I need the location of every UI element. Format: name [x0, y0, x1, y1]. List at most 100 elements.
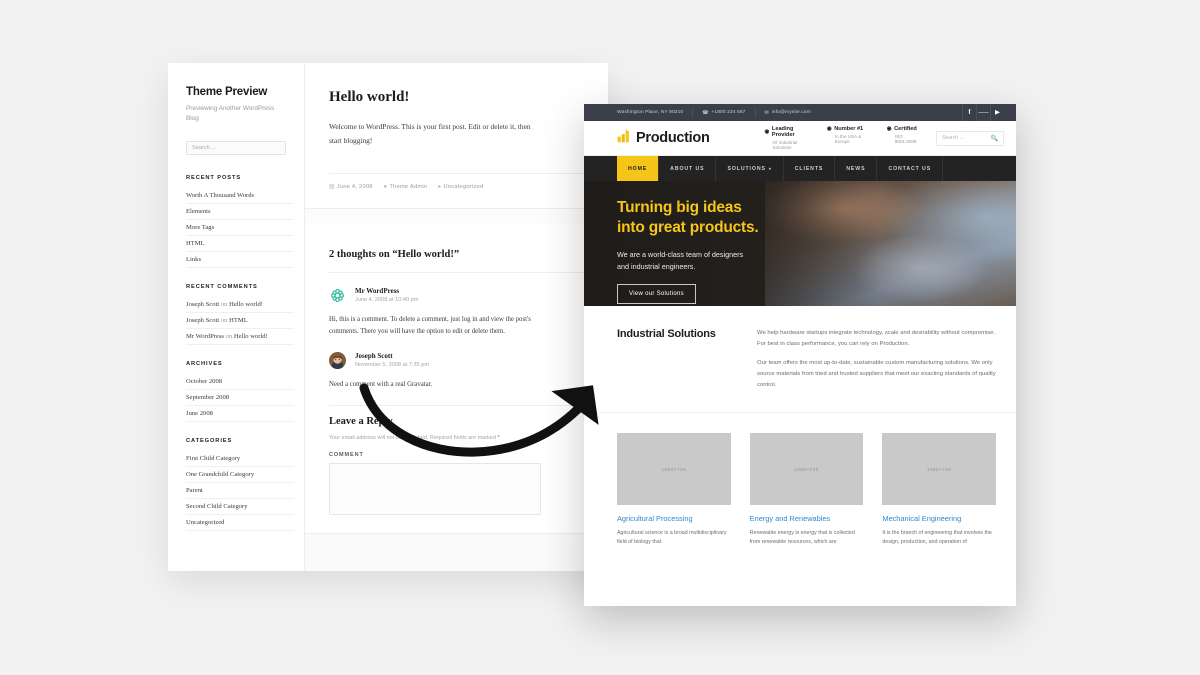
check-badge-icon: ◉ [764, 129, 770, 136]
list-item[interactable]: Joseph Scott on Hello world! [186, 297, 294, 313]
comment-author-name[interactable]: Joseph Scott [355, 352, 429, 360]
list-item[interactable]: First Child Category [186, 451, 294, 467]
facebook-icon[interactable]: 𝐟 [962, 104, 976, 121]
list-item[interactable]: June 2008 [186, 406, 294, 422]
list-item[interactable]: 1080×720 Agricultural Processing Agricul… [617, 433, 731, 548]
comment-target: HTML [229, 316, 248, 324]
topbar-address: Washington Place, NY 90210 [617, 110, 684, 115]
wp-widget-archives: ARCHIVES October 2008 September 2008 Jun… [186, 361, 304, 422]
calendar-icon: ▤ [329, 184, 335, 191]
site-brand[interactable]: Production [617, 128, 710, 148]
nav-item-contact-us[interactable]: CONTACT US [877, 156, 944, 181]
list-item: Joseph Scott November 5, 2008 at 7:35 pm [329, 352, 584, 370]
folder-icon: ▸ [438, 184, 442, 191]
card-text: Renewable energy is energy that is colle… [749, 530, 855, 546]
wp-post-author[interactable]: ● Theme Admin [384, 184, 428, 190]
wp-recent-posts-list: Worth A Thousand Words Elements More Tag… [186, 188, 304, 268]
chevron-down-icon: ▾ [768, 166, 772, 171]
header-feature: ◉ Number #1 In the USA & Europe [827, 126, 887, 150]
hero-banner: Turning big ideas into great products. W… [584, 181, 1016, 306]
header-feature-title: ◉ Leading Provider [764, 126, 795, 139]
list-item[interactable]: Parent [186, 483, 294, 499]
nav-item-about-us[interactable]: ABOUT US [659, 156, 717, 181]
wp-widget-title: RECENT COMMENTS [186, 283, 258, 290]
card-image-placeholder: 1080×720 [749, 433, 864, 506]
hero-headline: Turning big ideas into great products. [617, 199, 759, 237]
avatar [329, 352, 346, 370]
nav-item-news[interactable]: NEWS [835, 156, 878, 181]
wp-widget-title: ARCHIVES [186, 360, 223, 367]
site-topbar: Washington Place, NY 90210 ☎ +1800 234 5… [584, 104, 1016, 121]
header-feature-title: ◉ Certified [886, 126, 917, 133]
header-feature-subtitle: Of Industrial Solutions [772, 139, 798, 150]
list-item[interactable]: October 2008 [186, 374, 294, 390]
factory-icon [617, 128, 632, 148]
wp-recent-comments-list: Joseph Scott on Hello world! Joseph Scot… [186, 297, 304, 345]
list-item: Mr WordPress June 4, 2008 at 10:40 pm [329, 287, 584, 305]
list-item[interactable]: Second Child Category [186, 499, 294, 515]
card-title[interactable]: Energy and Renewables [750, 514, 864, 523]
comment-target: Hello world! [229, 300, 263, 308]
wp-site-description: Previewing Another WordPress Blog [186, 105, 275, 123]
twitter-icon[interactable]: ⸺ [976, 104, 990, 121]
comment-on: on [220, 300, 228, 308]
list-item[interactable]: One Grandchild Category [186, 467, 294, 483]
intro-paragraph: We help hardware startups integrate tech… [757, 330, 996, 347]
wp-reply-heading: Leave a Reply [329, 405, 584, 427]
list-item[interactable]: Elements [186, 204, 294, 220]
wp-main-content: Hello world! Welcome to WordPress. This … [305, 63, 608, 571]
header-feature: ◉ Leading Provider Of Industrial Solutio… [765, 126, 827, 150]
search-icon[interactable]: 🔍 [991, 135, 998, 142]
topbar-email[interactable]: ✉ info@mysite.com [765, 110, 820, 116]
intro-section: Industrial Solutions We help hardware st… [584, 306, 1016, 414]
avatar [329, 287, 346, 305]
wordpress-theme-preview-window: Theme Preview Previewing Another WordPre… [168, 63, 608, 571]
comment-textarea[interactable] [329, 463, 541, 516]
main-nav: HOME ABOUT US SOLUTIONS ▾ CLIENTS NEWS C… [584, 156, 1016, 181]
card-title[interactable]: Agricultural Processing [617, 514, 731, 523]
list-item[interactable]: Uncategorized [186, 515, 294, 531]
comment-author: Joseph Scott [186, 300, 220, 308]
intro-title: Industrial Solutions [617, 328, 716, 340]
list-item[interactable]: Mr WordPress on Hello world! [186, 329, 294, 345]
list-item[interactable]: 1080×720 Mechanical Engineering It is th… [882, 433, 997, 548]
nav-item-home[interactable]: HOME [617, 156, 660, 181]
hero-content: Turning big ideas into great products. W… [584, 181, 1016, 305]
nav-item-solutions[interactable]: SOLUTIONS ▾ [716, 156, 784, 181]
list-item[interactable]: Links [186, 252, 294, 268]
topbar-phone[interactable]: ☎ +1800 234 567 [702, 110, 754, 116]
wp-widget-recent-comments: RECENT COMMENTS Joseph Scott on Hello wo… [186, 284, 304, 345]
card-title[interactable]: Mechanical Engineering [882, 514, 996, 523]
comment-on: on [220, 316, 228, 324]
wp-reply-note: Your email address will not be published… [329, 435, 584, 441]
wp-sidebar: Theme Preview Previewing Another WordPre… [168, 63, 305, 571]
search-input[interactable]: Search … 🔍 [936, 130, 1004, 146]
nav-item-clients[interactable]: CLIENTS [784, 156, 836, 181]
card-text: Agricultural science is a broad multidis… [617, 530, 727, 546]
header-features: ◉ Leading Provider Of Industrial Solutio… [765, 126, 937, 150]
card-image-placeholder: 1080×720 [617, 433, 731, 506]
header-feature-subtitle: In the USA & Europe [834, 133, 862, 144]
comment-author-name[interactable]: Mr WordPress [355, 287, 418, 295]
intro-paragraph: Our team offers the most up-to-date, sus… [757, 360, 996, 388]
youtube-icon[interactable]: ▶ [990, 104, 1004, 121]
wp-post-date: ▤ June 4, 2008 [329, 184, 373, 191]
list-item[interactable]: Worth A Thousand Words [186, 188, 294, 204]
wp-post-category[interactable]: ▸ Uncategorized [438, 184, 483, 190]
comment-author: Mr WordPress [186, 332, 224, 340]
list-item[interactable]: More Tags [186, 220, 294, 236]
comment-on: on [225, 332, 233, 340]
hero-subtext: We are a world-class team of designers a… [617, 249, 744, 271]
required-mark: * [497, 435, 500, 442]
search-placeholder: Search … [942, 135, 965, 141]
wp-post-body: Welcome to WordPress. This is your first… [329, 122, 531, 145]
page-title: Hello world! [329, 89, 410, 105]
list-item[interactable]: Joseph Scott on HTML [186, 313, 294, 329]
list-item[interactable]: September 2008 [186, 390, 294, 406]
wp-search-input[interactable]: Search … [186, 140, 286, 155]
list-item[interactable]: 1080×720 Energy and Renewables Renewable… [749, 433, 864, 548]
wp-archives-list: October 2008 September 2008 June 2008 [186, 374, 304, 422]
list-item[interactable]: HTML [186, 236, 294, 252]
wp-widget-title: RECENT POSTS [186, 174, 242, 181]
view-solutions-button[interactable]: View our Solutions [617, 284, 696, 305]
